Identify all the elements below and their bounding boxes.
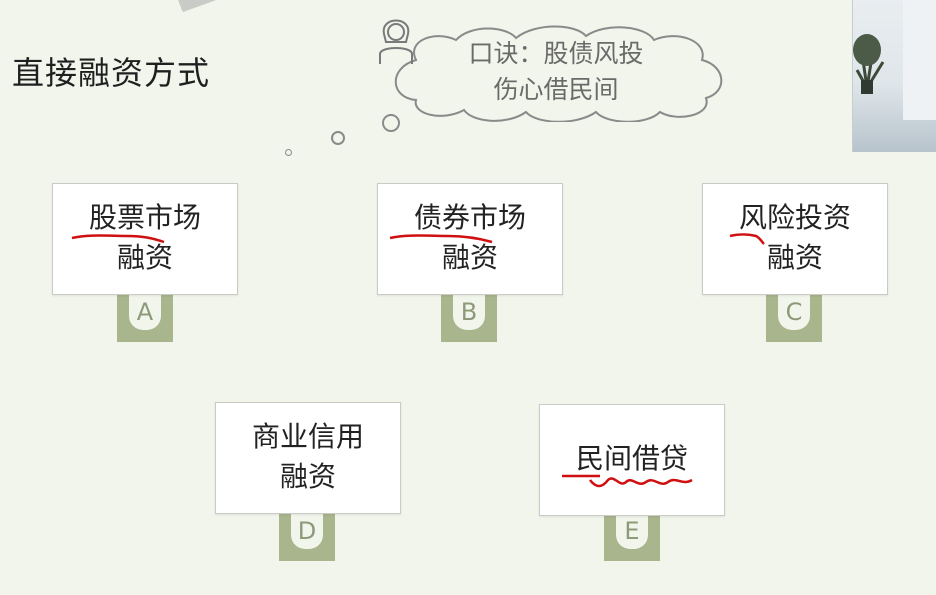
thought-bubble-large bbox=[382, 114, 400, 132]
tab-d: D bbox=[279, 511, 335, 561]
presenter-video-thumbnail bbox=[852, 0, 936, 152]
letter-b: B bbox=[453, 292, 485, 330]
decorative-shape bbox=[175, 0, 221, 13]
red-wavy-underline-e bbox=[562, 474, 693, 488]
card-commercial-credit: 商业信用 融资 bbox=[215, 402, 401, 514]
letter-d: D bbox=[291, 511, 323, 549]
tab-e: E bbox=[604, 511, 660, 561]
tab-a: A bbox=[117, 292, 173, 342]
thought-cloud: 口诀：股债风投 伤心借民间 bbox=[376, 22, 736, 122]
letter-e: E bbox=[616, 511, 648, 549]
tab-b: B bbox=[441, 292, 497, 342]
tab-c: C bbox=[766, 292, 822, 342]
person-icon bbox=[376, 12, 416, 68]
red-underline-b bbox=[389, 234, 493, 244]
letter-c: C bbox=[778, 292, 810, 330]
thought-bubble-small bbox=[285, 149, 292, 156]
page-title: 直接融资方式 bbox=[12, 54, 211, 92]
thought-line-2: 伤心借民间 bbox=[493, 75, 619, 104]
card-private-lending: 民间借贷 bbox=[539, 404, 725, 516]
thought-line-1: 口诀：股债风投 bbox=[468, 39, 644, 68]
red-underline-c bbox=[729, 233, 765, 245]
card-d-line-1: 商业信用 bbox=[251, 420, 364, 453]
red-underline-a bbox=[71, 234, 165, 244]
card-d-line-2: 融资 bbox=[279, 460, 336, 493]
letter-a: A bbox=[129, 292, 161, 330]
thought-bubble-medium bbox=[331, 131, 345, 145]
